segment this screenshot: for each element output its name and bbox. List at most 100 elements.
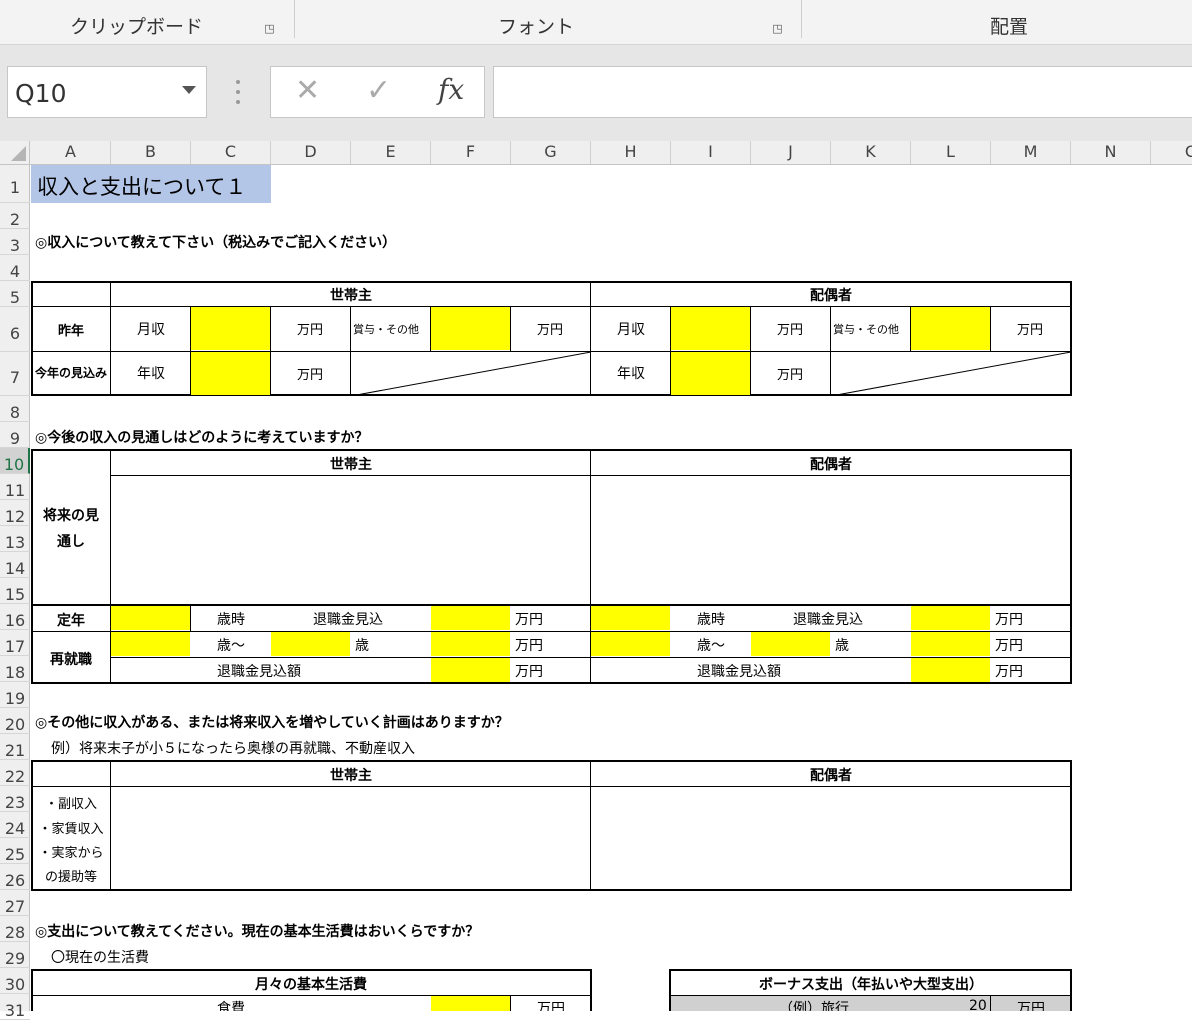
row-header: 1 2 3 4 5 6 7 8 9 10 11 12 13 14 15 16 17 18 19 20 21 22 23 24 2… [0,165,30,1020]
row-header-cell[interactable]: 21 [0,734,30,760]
bonus-expense-title: ボーナス支出（年払いや大型支出） [759,977,983,993]
column-header-cell[interactable]: M [991,141,1071,164]
section2-heading: ◎今後の収入の見通しはどのように考えていますか？ [35,430,369,446]
column-header-cell[interactable]: D [271,141,351,164]
row-header-cell[interactable]: 6 [0,307,30,352]
column-header-cell[interactable]: H [591,141,671,164]
unit-label: 万円 [297,368,324,383]
row-header-cell[interactable]: 30 [0,968,30,994]
ribbon: クリップボード ◳ フォント ◳ 配置 [0,0,1192,45]
chevron-down-icon[interactable] [182,86,196,94]
font-launcher-icon[interactable]: ◳ [771,22,784,35]
input-cell[interactable] [911,658,990,682]
row-header-cell[interactable]: 29 [0,942,30,968]
row-header-cell[interactable]: 19 [0,682,30,708]
unit-label: 万円 [1017,323,1044,338]
input-cell[interactable] [911,606,990,630]
age-from-label: 歳～ [697,638,725,654]
row-header-cell[interactable]: 13 [0,526,30,552]
input-cell[interactable] [111,632,190,656]
input-cell[interactable] [671,307,750,350]
row-header-cell[interactable]: 9 [0,422,30,448]
monthly-label: 月収 [617,322,645,338]
row-header-cell[interactable]: 8 [0,396,30,422]
row-header-cell[interactable]: 10 [0,448,30,474]
input-cell[interactable] [431,658,510,682]
input-cell[interactable] [911,632,990,656]
age-at-label: 歳時 [217,612,245,628]
input-cell[interactable] [431,606,510,630]
column-header-cell[interactable]: G [511,141,591,164]
column-header-cell[interactable]: K [831,141,911,164]
row-header-cell[interactable]: 3 [0,229,30,255]
row-header-cell[interactable]: 27 [0,890,30,916]
example-row [671,996,1070,1011]
input-cell[interactable] [911,307,990,350]
column-header-cell[interactable]: B [111,141,191,164]
input-cell[interactable] [111,606,190,630]
monthly-label: 月収 [137,322,165,338]
row-header-cell[interactable]: 4 [0,255,30,281]
row-header-cell[interactable]: 25 [0,838,30,864]
column-header-cell[interactable]: C [191,141,271,164]
column-header-cell[interactable]: N [1071,141,1151,164]
row-header-cell[interactable]: 24 [0,812,30,838]
clipboard-launcher-icon[interactable]: ◳ [263,22,276,35]
column-header-cell[interactable]: E [351,141,431,164]
row-header-cell[interactable]: 2 [0,203,30,229]
row-header-cell[interactable]: 17 [0,630,30,656]
row-header-cell[interactable]: 23 [0,786,30,812]
input-cell[interactable] [431,307,510,350]
cancel-icon[interactable]: ✕ [295,73,320,108]
insert-function-icon[interactable]: fx [438,73,464,106]
section4-heading: ◎支出について教えてください。現在の基本生活費はおいくらですか？ [35,924,480,940]
column-header-cell[interactable]: C [1151,141,1192,164]
input-cell[interactable] [591,606,670,630]
input-cell[interactable] [671,352,750,395]
unit-label: 万円 [537,1001,565,1011]
input-cell[interactable] [191,352,270,395]
row-header-cell[interactable]: 16 [0,604,30,630]
row-header-cell[interactable]: 1 [0,165,30,203]
input-cell[interactable] [271,632,350,656]
input-cell[interactable] [191,307,270,350]
row-header-cell[interactable]: 14 [0,552,30,578]
row-header-cell[interactable]: 31 [0,994,30,1020]
cell-area[interactable]: 収入と支出について１ ◎収入について教えて下さい（税込みでご記入ください） 世帯… [31,165,1192,1011]
row-header-cell[interactable]: 15 [0,578,30,604]
drag-handle-icon[interactable] [236,80,240,104]
input-cell[interactable] [431,632,510,656]
row-header-cell[interactable]: 20 [0,708,30,734]
input-cell[interactable] [591,632,670,656]
column-header-cell[interactable]: A [31,141,111,164]
select-all-button[interactable] [0,141,30,164]
ribbon-group-font[interactable]: フォント [498,12,574,39]
row-header-cell[interactable]: 22 [0,760,30,786]
outlook-label: 将来の見 [43,508,99,524]
formula-input[interactable] [493,66,1192,118]
row-header-cell[interactable]: 12 [0,500,30,526]
ribbon-group-clipboard[interactable]: クリップボード [70,12,203,39]
column-header-cell[interactable]: I [671,141,751,164]
ribbon-group-alignment[interactable]: 配置 [990,12,1028,39]
column-header-cell[interactable]: F [431,141,511,164]
this-year-label: 今年の見込み [34,366,107,380]
other-income-item: ・家賃収入 [38,822,104,837]
enter-icon[interactable]: ✓ [366,73,391,108]
other-income-item: の援助等 [44,870,97,885]
spouse-header: 配偶者 [810,288,852,304]
row-header-cell[interactable]: 11 [0,474,30,500]
input-cell[interactable] [751,632,830,656]
column-header-cell[interactable]: L [911,141,991,164]
row-header-cell[interactable]: 18 [0,656,30,682]
severance-amount-label: 退職金見込額 [697,664,781,680]
input-cell[interactable] [431,996,510,1011]
column-header-cell[interactable]: J [751,141,831,164]
outlook-label: 通し [57,534,85,550]
row-header-cell[interactable]: 26 [0,864,30,890]
row-header-cell[interactable]: 28 [0,916,30,942]
name-box[interactable]: Q10 [7,66,207,118]
row-header-cell[interactable]: 7 [0,352,30,396]
row-header-cell[interactable]: 5 [0,281,30,307]
diagonal-strike [831,352,1071,396]
